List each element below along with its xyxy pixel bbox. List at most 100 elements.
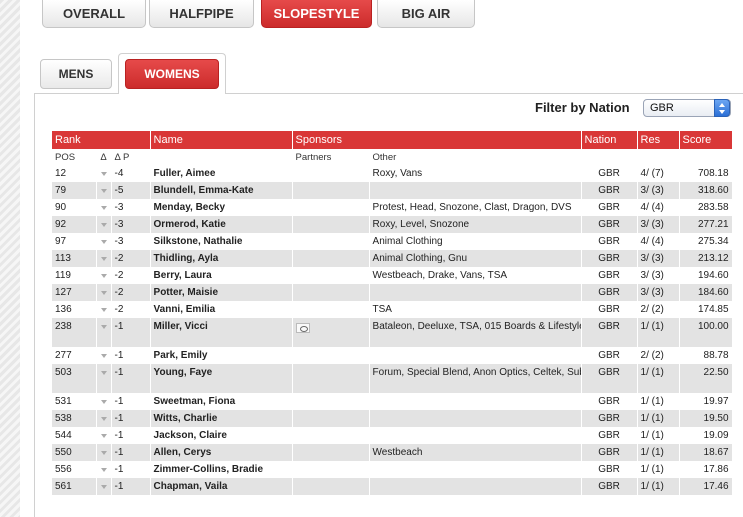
cell-athlete-name[interactable]: Thidling, Ayla [150,250,293,267]
header-score[interactable]: Score [679,131,733,149]
table-row: 531 -1 Sweetman, Fiona GBR 1/ (1) 19.97 [52,393,733,410]
table-row: 113 -2 Thidling, Ayla Animal Clothing, G… [52,250,733,267]
cell-other-sponsors [369,347,582,364]
cell-partners [292,165,370,182]
cell-delta-p: -2 [111,250,151,267]
down-arrow-icon [100,240,107,244]
subheader-delta: Δ [96,149,112,165]
cell-score: 277.21 [679,216,733,233]
cell-athlete-name[interactable]: Park, Emily [150,347,293,364]
cell-res: 1/ (1) [637,444,680,461]
header-res[interactable]: Res [637,131,680,149]
cell-athlete-name[interactable]: Chapman, Vaila [150,478,293,495]
cell-other-sponsors: Westbeach [369,444,582,461]
cell-delta-p: -1 [111,427,151,444]
cell-delta [96,410,112,427]
cell-score: 174.85 [679,301,733,318]
subheader-blank [581,149,638,165]
cell-delta [96,444,112,461]
cell-partners [292,427,370,444]
tab-halfpipe[interactable]: HALFPIPE [149,0,254,28]
header-sponsors: Sponsors [292,131,582,149]
cell-delta [96,364,112,393]
cell-other-sponsors: Roxy, Level, Snozone [369,216,582,233]
nation-select-value: GBR [650,102,674,114]
table-row: 277 -1 Park, Emily GBR 2/ (2) 88.78 [52,347,733,364]
cell-other-sponsors [369,182,582,199]
cell-score: 708.18 [679,165,733,182]
cell-score: 100.00 [679,318,733,347]
cell-nation: GBR [581,347,638,364]
cell-athlete-name[interactable]: Vanni, Emilia [150,301,293,318]
cell-res: 3/ (3) [637,267,680,284]
table-row: 136 -2 Vanni, Emilia TSA GBR 2/ (2) 174.… [52,301,733,318]
cell-partners [292,318,370,347]
cell-partners [292,393,370,410]
cell-nation: GBR [581,233,638,250]
cell-res: 4/ (4) [637,199,680,216]
cell-pos: 97 [52,233,97,250]
cell-score: 283.58 [679,199,733,216]
cell-other-sponsors: Animal Clothing [369,233,582,250]
cell-res: 4/ (4) [637,233,680,250]
header-name[interactable]: Name [150,131,293,149]
cell-partners [292,347,370,364]
table-row: 238 -1 Miller, Vicci Bataleon, Deeluxe, … [52,318,733,347]
cell-athlete-name[interactable]: Blundell, Emma-Kate [150,182,293,199]
partner-logo-icon[interactable] [295,323,310,333]
down-arrow-icon [100,400,107,404]
table-row: 503 -1 Young, Faye Forum, Special Blend,… [52,364,733,393]
tab-womens[interactable]: WOMENS [125,59,219,89]
cell-partners [292,267,370,284]
cell-athlete-name[interactable]: Allen, Cerys [150,444,293,461]
cell-partners [292,182,370,199]
cell-nation: GBR [581,199,638,216]
table-row: 12 -4 Fuller, Aimee Roxy, Vans GBR 4/ (7… [52,165,733,182]
cell-res: 1/ (1) [637,364,680,393]
cell-other-sponsors [369,410,582,427]
header-rank[interactable]: Rank [52,131,151,149]
cell-athlete-name[interactable]: Jackson, Claire [150,427,293,444]
cell-athlete-name[interactable]: Berry, Laura [150,267,293,284]
cell-score: 18.67 [679,444,733,461]
cell-partners [292,478,370,495]
cell-athlete-name[interactable]: Witts, Charlie [150,410,293,427]
cell-partners [292,364,370,393]
cell-nation: GBR [581,461,638,478]
cell-athlete-name[interactable]: Fuller, Aimee [150,165,293,182]
cell-athlete-name[interactable]: Menday, Becky [150,199,293,216]
cell-delta [96,318,112,347]
cell-athlete-name[interactable]: Ormerod, Katie [150,216,293,233]
cell-nation: GBR [581,165,638,182]
cell-nation: GBR [581,427,638,444]
cell-delta-p: -3 [111,199,151,216]
nation-select[interactable]: GBR [643,99,731,117]
cell-other-sponsors: Roxy, Vans [369,165,582,182]
tab-mens[interactable]: MENS [40,59,112,89]
select-arrows-icon[interactable] [714,99,730,117]
tab-big-air[interactable]: BIG AIR [377,0,475,28]
cell-delta [96,347,112,364]
cell-pos: 92 [52,216,97,233]
cell-partners [292,284,370,301]
tab-overall[interactable]: OVERALL [42,0,146,28]
down-arrow-icon [100,172,107,176]
cell-delta-p: -2 [111,267,151,284]
tab-slopestyle[interactable]: SLOPESTYLE [261,0,372,28]
down-arrow-icon [100,189,107,193]
cell-athlete-name[interactable]: Young, Faye [150,364,293,393]
cell-res: 1/ (1) [637,461,680,478]
cell-res: 3/ (3) [637,182,680,199]
cell-other-sponsors: Bataleon, Deeluxe, TSA, 015 Boards & Lif… [369,318,582,347]
subheader-blank [150,149,293,165]
cell-athlete-name[interactable]: Potter, Maisie [150,284,293,301]
cell-athlete-name[interactable]: Silkstone, Nathalie [150,233,293,250]
cell-athlete-name[interactable]: Miller, Vicci [150,318,293,347]
cell-athlete-name[interactable]: Zimmer-Collins, Bradie [150,461,293,478]
cell-pos: 119 [52,267,97,284]
cell-res: 1/ (1) [637,318,680,347]
cell-athlete-name[interactable]: Sweetman, Fiona [150,393,293,410]
subheader-blank [679,149,733,165]
header-nation[interactable]: Nation [581,131,638,149]
down-arrow-icon [100,485,107,489]
